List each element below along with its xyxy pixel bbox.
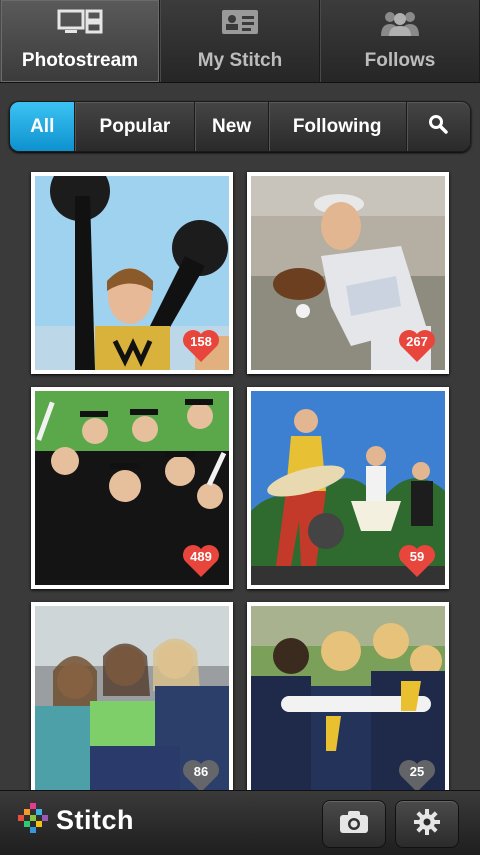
like-count: 59: [409, 549, 425, 564]
photo-tile[interactable]: 489: [31, 387, 233, 589]
like-badge[interactable]: 489: [181, 543, 221, 579]
like-count: 25: [409, 764, 425, 779]
like-badge[interactable]: 59: [397, 543, 437, 579]
like-count: 489: [190, 549, 212, 564]
like-count: 86: [193, 764, 209, 779]
stitch-logo-icon: [18, 803, 48, 838]
photo-tile[interactable]: 59: [247, 387, 449, 589]
like-badge[interactable]: 25: [397, 758, 437, 794]
app-name: Stitch: [56, 805, 135, 835]
like-badge[interactable]: 86: [181, 758, 221, 794]
settings-button[interactable]: [395, 800, 459, 848]
photo-tile[interactable]: 86: [31, 602, 233, 804]
photo-tile[interactable]: 158: [31, 172, 233, 374]
bottom-toolbar: Stitch: [0, 790, 480, 855]
like-badge[interactable]: 267: [397, 328, 437, 364]
camera-icon: [339, 810, 369, 839]
camera-button[interactable]: [322, 800, 386, 848]
gear-icon: [413, 808, 441, 841]
photo-grid: 158 267 489 59 86 25: [0, 0, 480, 854]
like-badge[interactable]: 158: [181, 328, 221, 364]
like-count: 267: [406, 334, 428, 349]
app-logo: Stitch: [18, 803, 134, 838]
photo-tile[interactable]: 267: [247, 172, 449, 374]
like-count: 158: [190, 334, 212, 349]
photo-tile[interactable]: 25: [247, 602, 449, 804]
